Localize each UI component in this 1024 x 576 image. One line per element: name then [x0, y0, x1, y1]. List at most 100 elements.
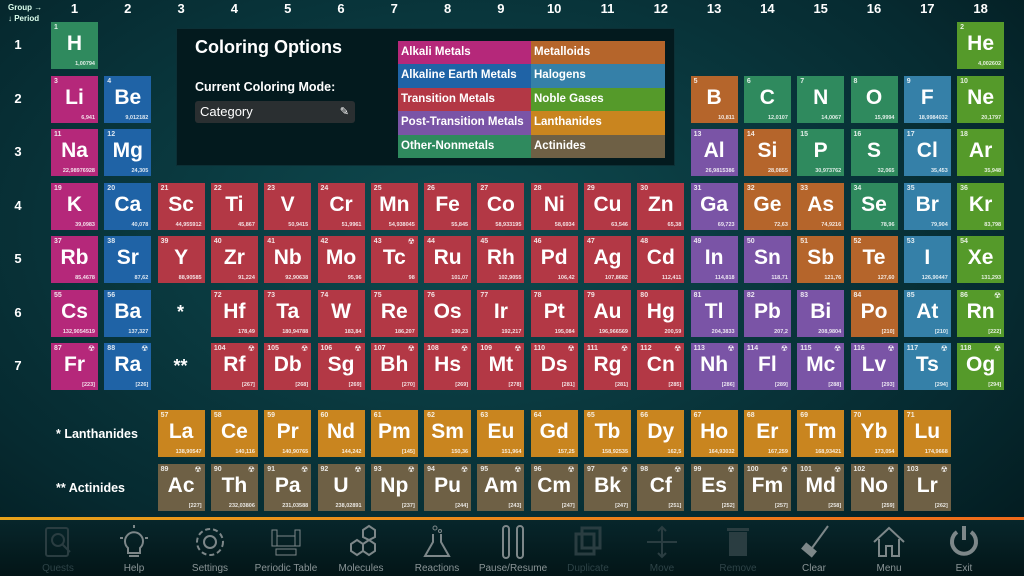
- element-cell-lr[interactable]: 103 Lr [262] ☢: [903, 464, 951, 511]
- element-cell-fe[interactable]: 26 Fe 55,845: [424, 182, 472, 230]
- element-cell-zr[interactable]: 40 Zr 91,224: [210, 236, 258, 283]
- toolbar-button-exit[interactable]: Exit: [926, 520, 1002, 576]
- toolbar-button-move[interactable]: Move: [624, 520, 700, 576]
- element-cell-sg[interactable]: 106 Sg [269] ☢: [317, 343, 365, 390]
- element-cell-ts[interactable]: 117 Ts [294] ☢: [903, 343, 951, 390]
- element-cell-rn[interactable]: 86 Rn [222] ☢: [957, 289, 1005, 337]
- element-cell-cf[interactable]: 98 Cf [251] ☢: [637, 464, 685, 511]
- element-cell-tc[interactable]: 43 Tc 98 ☢: [370, 236, 418, 283]
- toolbar-button-quests[interactable]: Quests: [20, 520, 96, 576]
- element-cell-ds[interactable]: 110 Ds [281] ☢: [530, 343, 578, 390]
- toolbar-button-reactions[interactable]: Reactions: [399, 520, 475, 576]
- element-cell-sr[interactable]: 38 Sr 87,62: [104, 236, 152, 283]
- element-cell-u[interactable]: 92 U 238,02891 ☢: [317, 464, 365, 511]
- legend-item-noble[interactable]: Noble Gases: [531, 87, 665, 112]
- element-cell-rh[interactable]: 45 Rh 102,9055: [477, 236, 525, 283]
- element-cell-dy[interactable]: 66 Dy 162,5: [637, 410, 685, 457]
- element-cell-ca[interactable]: 20 Ca 40,078: [104, 182, 152, 230]
- element-cell-cs[interactable]: 55 Cs 132,9054519: [51, 289, 98, 337]
- element-cell-ga[interactable]: 31 Ga 69,723: [690, 182, 738, 230]
- element-cell-p[interactable]: 15 P 30,973762: [797, 129, 845, 176]
- element-cell-db[interactable]: 105 Db [268] ☢: [264, 343, 312, 390]
- element-cell-eu[interactable]: 63 Eu 151,964: [477, 410, 525, 457]
- element-cell-cr[interactable]: 24 Cr 51,9961: [317, 182, 365, 230]
- element-cell-og[interactable]: 118 Og [294] ☢: [957, 343, 1005, 390]
- element-cell-tm[interactable]: 69 Tm 168,93421: [797, 410, 845, 457]
- legend-item-metalloid[interactable]: Metalloids: [531, 41, 665, 65]
- element-cell-ru[interactable]: 44 Ru 101,07: [424, 236, 472, 283]
- element-cell-ac[interactable]: 89 Ac [227] ☢: [157, 464, 205, 511]
- element-cell-ne[interactable]: 10 Ne 20,1797: [957, 75, 1005, 123]
- element-cell-at[interactable]: 85 At [210]: [903, 289, 951, 337]
- element-cell-ho[interactable]: 67 Ho 164,93032: [690, 410, 738, 457]
- element-cell-ti[interactable]: 22 Ti 45,867: [210, 182, 258, 230]
- element-cell-ba[interactable]: 56 Ba 137,327: [104, 289, 152, 337]
- element-cell-he[interactable]: 2 He 4,002602: [957, 22, 1005, 69]
- element-cell-pu[interactable]: 94 Pu [244] ☢: [424, 464, 472, 511]
- element-cell-cn[interactable]: 112 Cn [285] ☢: [637, 343, 685, 390]
- element-cell-au[interactable]: 79 Au 196,966569: [584, 289, 631, 337]
- element-cell-fm[interactable]: 100 Fm [257] ☢: [743, 464, 791, 511]
- element-cell-ge[interactable]: 32 Ge 72,63: [743, 182, 791, 230]
- element-cell-cl[interactable]: 17 Cl 35,453: [903, 129, 951, 176]
- element-cell-bh[interactable]: 107 Bh [270] ☢: [370, 343, 418, 390]
- element-cell-w[interactable]: 74 W 183,84: [317, 289, 365, 337]
- element-cell-fl[interactable]: 114 Fl [289] ☢: [743, 343, 791, 390]
- element-cell-be[interactable]: 4 Be 9,012182: [104, 75, 152, 123]
- element-cell-pt[interactable]: 78 Pt 195,084: [530, 289, 578, 337]
- element-cell-k[interactable]: 19 K 39,0983: [51, 182, 98, 230]
- element-cell-lu[interactable]: 71 Lu 174,9668: [903, 410, 951, 457]
- pencil-icon[interactable]: ✎: [340, 101, 349, 123]
- element-cell-pm[interactable]: 61 Pm [145]: [370, 410, 418, 457]
- element-cell-lv[interactable]: 116 Lv [293] ☢: [850, 343, 898, 390]
- element-cell-ni[interactable]: 28 Ni 58,6934: [530, 182, 578, 230]
- legend-item-halogen[interactable]: Halogens: [531, 64, 665, 88]
- legend-item-nonmetal[interactable]: Other-Nonmetals: [398, 134, 531, 158]
- element-cell-re[interactable]: 75 Re 186,207: [370, 289, 418, 337]
- element-cell-np[interactable]: 93 Np [237] ☢: [370, 464, 418, 511]
- element-cell-ir[interactable]: 77 Ir 192,217: [477, 289, 525, 337]
- toolbar-button-remove[interactable]: Remove: [700, 520, 776, 576]
- element-cell-li[interactable]: 3 Li 6,941: [51, 75, 98, 123]
- toolbar-button-molecules[interactable]: Molecules: [323, 520, 399, 576]
- toolbar-button-settings[interactable]: Settings: [172, 520, 248, 576]
- element-cell-o[interactable]: 8 O 15,9994: [850, 75, 898, 123]
- element-cell-as[interactable]: 33 As 74,9216: [797, 182, 845, 230]
- element-cell-rf[interactable]: 104 Rf [267] ☢: [210, 343, 258, 390]
- element-cell-am[interactable]: 95 Am [243] ☢: [477, 464, 525, 511]
- element-cell-f[interactable]: 9 F 18,9984032: [903, 75, 951, 123]
- element-cell-mg[interactable]: 12 Mg 24,305: [104, 129, 152, 176]
- element-cell-na[interactable]: 11 Na 22,98976928: [51, 129, 98, 176]
- element-cell-se[interactable]: 34 Se 78,96: [850, 182, 898, 230]
- element-cell-bk[interactable]: 97 Bk [247] ☢: [584, 464, 631, 511]
- element-cell-ag[interactable]: 47 Ag 107,8682: [584, 236, 631, 283]
- element-cell-es[interactable]: 99 Es [252] ☢: [690, 464, 738, 511]
- element-cell-no[interactable]: 102 No [259] ☢: [850, 464, 898, 511]
- element-cell-rb[interactable]: 37 Rb 85,4678: [51, 236, 98, 283]
- element-cell-ra[interactable]: 88 Ra [226] ☢: [104, 343, 152, 390]
- element-cell-po[interactable]: 84 Po [210]: [850, 289, 898, 337]
- element-cell-rg[interactable]: 111 Rg [281] ☢: [584, 343, 631, 390]
- element-cell-mc[interactable]: 115 Mc [288] ☢: [797, 343, 845, 390]
- element-cell-hf[interactable]: 72 Hf 178,49: [210, 289, 258, 337]
- element-cell-br[interactable]: 35 Br 79,904: [903, 182, 951, 230]
- element-cell-s[interactable]: 16 S 32,065: [850, 129, 898, 176]
- element-cell-n[interactable]: 7 N 14,0067: [797, 75, 845, 123]
- element-cell-cd[interactable]: 48 Cd 112,411: [637, 236, 685, 283]
- coloring-mode-select[interactable]: Category ✎: [195, 101, 355, 123]
- element-cell-y[interactable]: 39 Y 88,90585: [157, 236, 205, 283]
- element-cell-nd[interactable]: 60 Nd 144,242: [317, 410, 365, 457]
- element-cell-xe[interactable]: 54 Xe 131,293: [957, 236, 1005, 283]
- element-cell-hs[interactable]: 108 Hs [269] ☢: [424, 343, 472, 390]
- element-cell-sn[interactable]: 50 Sn 118,71: [743, 236, 791, 283]
- element-cell-ce[interactable]: 58 Ce 140,116: [210, 410, 258, 457]
- element-cell-th[interactable]: 90 Th 232,03806 ☢: [210, 464, 258, 511]
- element-cell-te[interactable]: 52 Te 127,60: [850, 236, 898, 283]
- legend-item-transition[interactable]: Transition Metals: [398, 87, 531, 112]
- legend-item-actin[interactable]: Actinides: [531, 134, 665, 158]
- legend-item-alkali[interactable]: Alkali Metals: [398, 41, 531, 65]
- element-cell-in[interactable]: 49 In 114,818: [690, 236, 738, 283]
- element-cell-cm[interactable]: 96 Cm [247] ☢: [530, 464, 578, 511]
- element-cell-tb[interactable]: 65 Tb 158,92535: [584, 410, 631, 457]
- element-cell-os[interactable]: 76 Os 190,23: [424, 289, 472, 337]
